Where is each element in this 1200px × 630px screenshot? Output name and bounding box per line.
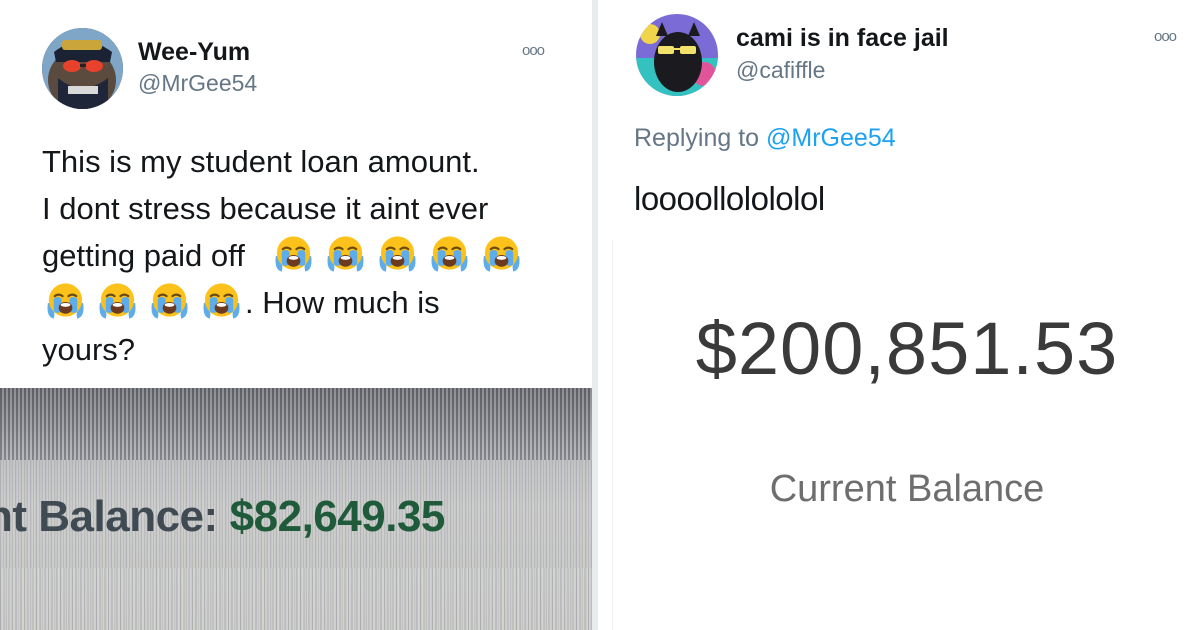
tweet-line: getting paid off — [42, 232, 572, 279]
screen-band — [0, 388, 592, 460]
replying-mention-link[interactable]: @MrGee54 — [766, 124, 896, 152]
avatar[interactable] — [636, 14, 718, 96]
display-name[interactable]: Wee-Yum — [138, 38, 250, 67]
loudly-crying-face-icon — [42, 281, 89, 321]
tweet-line-text: getting paid off — [42, 238, 245, 273]
tweet-photo[interactable]: nt Balance: $82,649.35 — [0, 388, 592, 630]
avatar-image — [636, 14, 718, 96]
loudly-crying-face-icon — [322, 234, 369, 274]
tweet-line: . How much is — [42, 279, 572, 326]
tweet-line: This is my student loan amount. — [42, 144, 480, 179]
more-options-icon[interactable]: ooo — [1154, 28, 1177, 45]
screen-band — [0, 568, 592, 630]
avatar-image — [42, 28, 123, 109]
loudly-crying-face-icon — [94, 281, 141, 321]
replying-prefix: Replying to — [634, 124, 760, 152]
balance-label: nt Balance: — [0, 492, 218, 541]
left-tweet: Wee-Yum @MrGee54 ooo This is my student … — [0, 0, 592, 630]
more-options-icon[interactable]: ooo — [522, 42, 545, 59]
tweet-text: loooollоlоlоlоl — [634, 180, 825, 217]
balance-line: nt Balance: $82,649.35 — [0, 492, 445, 542]
display-name[interactable]: cami is in face jail — [736, 24, 949, 53]
loudly-crying-face-icon — [478, 234, 525, 274]
avatar[interactable] — [42, 28, 123, 109]
handle[interactable]: @MrGee54 — [138, 70, 257, 97]
balance-amount: $200,851.53 — [695, 307, 1119, 390]
balance-value: $82,649.35 — [229, 492, 446, 541]
loudly-crying-face-icon — [270, 234, 317, 274]
tweet-photo[interactable]: $200,851.53 Current Balance — [612, 240, 1200, 630]
right-tweet: cami is in face jail @cafiffle ooo Reply… — [598, 0, 1200, 630]
replying-to: Replying to @MrGee54 — [634, 124, 896, 153]
loudly-crying-face-icon — [374, 234, 421, 274]
tweet-text: This is my student loan amount. I dont s… — [42, 138, 572, 373]
loudly-crying-face-icon — [198, 281, 245, 321]
tweet-line-text: . How much is — [245, 285, 440, 320]
tweet-line: I dont stress because it aint ever — [42, 191, 489, 226]
handle[interactable]: @cafiffle — [736, 57, 825, 84]
balance-label: Current Balance — [769, 468, 1045, 510]
loudly-crying-face-icon — [426, 234, 473, 274]
loudly-crying-face-icon — [146, 281, 193, 321]
tweet-line: yours? — [42, 332, 136, 367]
